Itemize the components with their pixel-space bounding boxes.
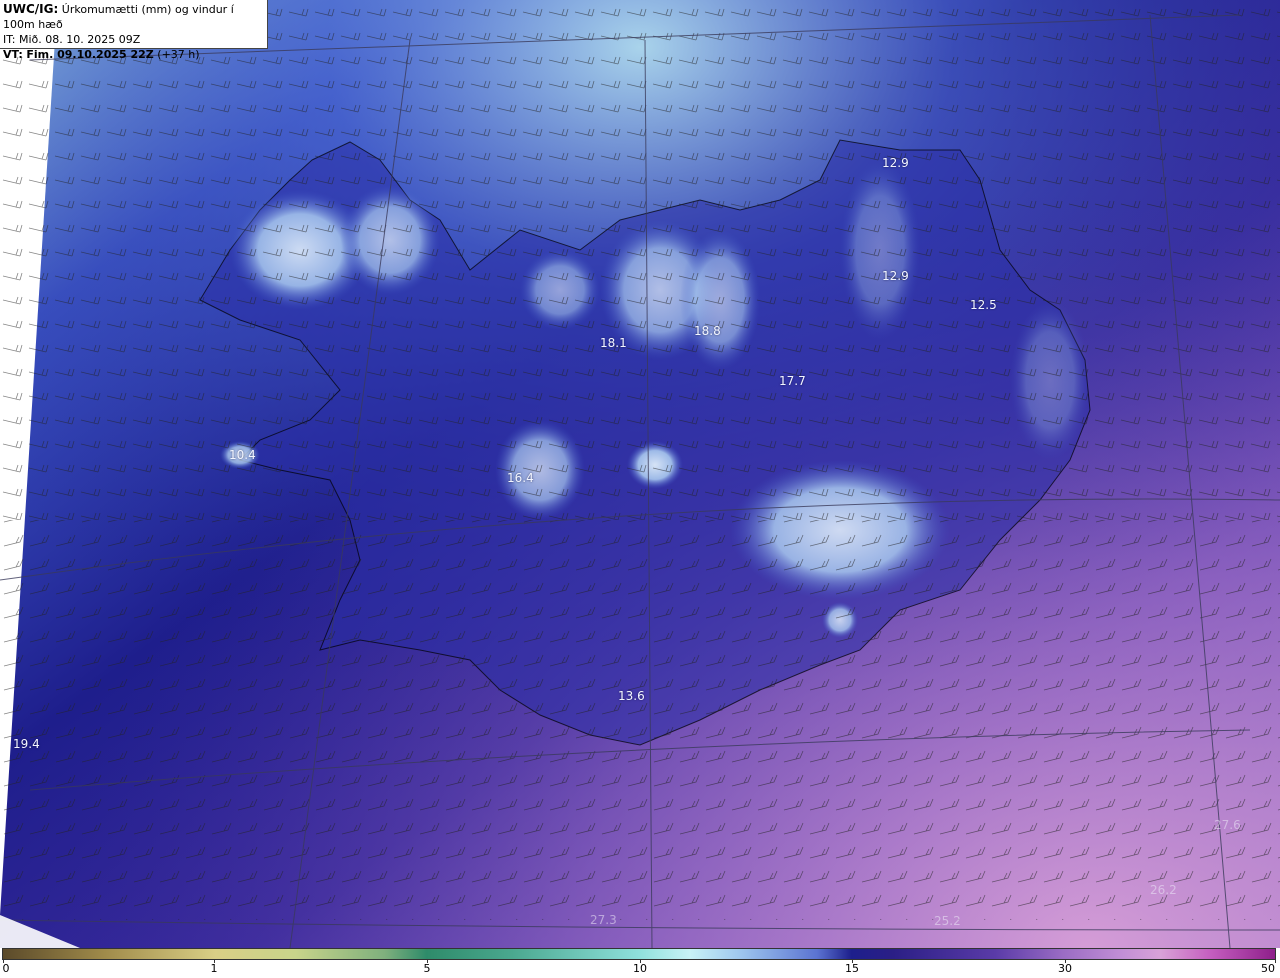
value-label: 18.1 xyxy=(600,336,627,350)
value-label: 19.4 xyxy=(13,737,40,751)
precipitation-map xyxy=(0,0,1280,948)
model-label: UWC/IG: xyxy=(3,2,59,16)
init-time: IT: Mið. 08. 10. 2025 09Z xyxy=(3,33,141,46)
info-box: UWC/IG: Úrkomumætti (mm) og vindur í 100… xyxy=(0,0,268,61)
valid-time-line: VT: Fim. 09.10.2025 22Z (+37 h) xyxy=(3,47,264,62)
colorbar-tick: 0 xyxy=(2,962,10,975)
value-label: 26.2 xyxy=(1150,883,1177,897)
value-label: 13.6 xyxy=(618,689,645,703)
info-title-line: UWC/IG: Úrkomumætti (mm) og vindur í 100… xyxy=(3,2,264,32)
valid-time: Fim. 09.10.2025 22Z xyxy=(26,48,154,61)
colorbar-tick: 30 xyxy=(1058,962,1072,975)
value-label: 18.8 xyxy=(694,324,721,338)
valid-label: VT: xyxy=(3,48,23,61)
value-label: 12.9 xyxy=(882,269,909,283)
colorbar-tick: 10 xyxy=(633,962,647,975)
value-label: 10.4 xyxy=(229,448,256,462)
colorbar-tick: 5 xyxy=(423,962,431,975)
colorbar-tick: 50 xyxy=(1261,962,1275,975)
colorbar-tick: 15 xyxy=(845,962,859,975)
value-label: 17.7 xyxy=(779,374,806,388)
colorbar-tick: 1 xyxy=(210,962,218,975)
value-label: 27.3 xyxy=(590,913,617,927)
value-label: 16.4 xyxy=(507,471,534,485)
colorbar-strip xyxy=(2,948,1276,960)
value-label: 27.6 xyxy=(1214,818,1241,832)
colorbar: 0 1 5 10 15 30 50 xyxy=(0,948,1280,978)
lead-time: (+37 h) xyxy=(157,48,200,61)
value-label: 12.5 xyxy=(970,298,997,312)
value-label: 25.2 xyxy=(934,914,961,928)
value-label: 12.9 xyxy=(882,156,909,170)
